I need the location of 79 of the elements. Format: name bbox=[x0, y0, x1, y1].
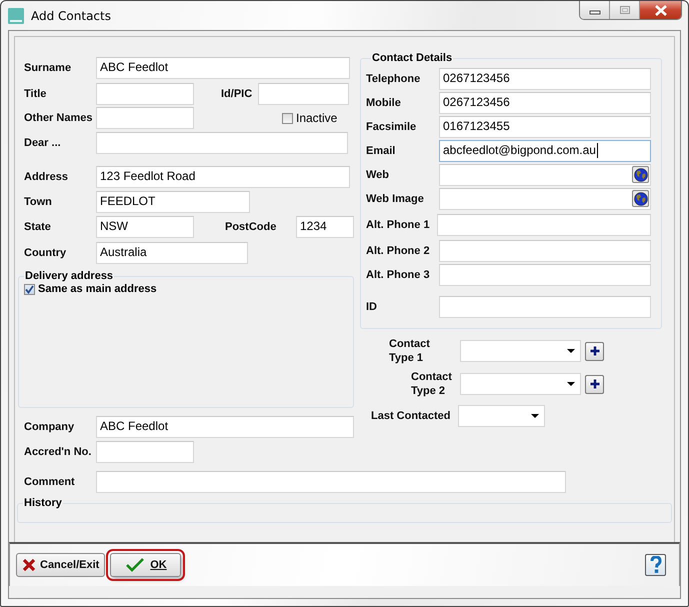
text-field[interactable] bbox=[437, 214, 651, 236]
close-button[interactable] bbox=[640, 1, 681, 19]
field-label: Accred'n No. bbox=[24, 446, 92, 458]
help-icon bbox=[650, 556, 662, 574]
globe-button[interactable] bbox=[632, 166, 649, 183]
text-field[interactable]: 0267123456 bbox=[439, 92, 651, 114]
field-label: Surname bbox=[24, 62, 72, 74]
text-field[interactable] bbox=[96, 83, 194, 105]
text-field[interactable] bbox=[96, 107, 194, 129]
dropdown-arrow-icon bbox=[567, 382, 575, 386]
close-icon bbox=[654, 4, 668, 16]
text-field[interactable]: Australia bbox=[96, 242, 248, 264]
dropdown-arrow-icon bbox=[567, 349, 575, 353]
field-label: Email bbox=[366, 145, 396, 157]
field-label: Alt. Phone 3 bbox=[366, 269, 431, 281]
text-field[interactable]: 0167123455 bbox=[439, 116, 651, 138]
text-field[interactable] bbox=[439, 296, 651, 318]
field-label: Company bbox=[24, 421, 76, 433]
cancel-button[interactable]: Cancel/Exit bbox=[16, 553, 105, 577]
checkmark-icon bbox=[25, 284, 34, 294]
field-label: Mobile bbox=[366, 97, 402, 109]
field-label: Telephone bbox=[366, 73, 422, 85]
globe-icon bbox=[634, 168, 648, 182]
text-field[interactable] bbox=[439, 240, 651, 262]
field-label: Town bbox=[24, 196, 53, 208]
field-label: Contact Type 1 bbox=[389, 337, 431, 365]
globe-button[interactable] bbox=[632, 190, 649, 207]
text-field[interactable]: 123 Feedlot Road bbox=[96, 166, 350, 188]
text-field[interactable]: ABC Feedlot bbox=[96, 57, 350, 79]
field-label: Dear ... bbox=[24, 137, 62, 149]
text-field[interactable] bbox=[96, 441, 194, 463]
field-label: ID bbox=[366, 301, 378, 313]
text-field[interactable]: 0267123456 bbox=[439, 68, 651, 90]
field-label: Title bbox=[24, 88, 48, 100]
text-field[interactable] bbox=[96, 471, 566, 493]
group-title: Delivery address bbox=[24, 270, 114, 283]
add-button[interactable] bbox=[585, 342, 604, 360]
field-label: Alt. Phone 1 bbox=[366, 219, 431, 231]
plus-icon bbox=[590, 346, 600, 356]
group-title: History bbox=[23, 497, 63, 510]
field-label: State bbox=[24, 221, 52, 233]
checkbox[interactable] bbox=[282, 112, 293, 124]
cross-icon bbox=[22, 558, 36, 572]
checkbox[interactable] bbox=[24, 284, 35, 294]
field-label: Facsimile bbox=[366, 121, 418, 133]
field-label: Web bbox=[366, 169, 390, 181]
dropdown[interactable] bbox=[458, 405, 546, 427]
minimize-button[interactable] bbox=[580, 1, 610, 19]
checkmark-icon bbox=[126, 558, 144, 572]
text-field[interactable]: FEEDLOT bbox=[96, 191, 250, 213]
checkbox-label: Same as main address bbox=[38, 283, 157, 295]
field-label: Id/PIC bbox=[221, 88, 254, 100]
globe-icon bbox=[634, 192, 648, 206]
field-label: Alt. Phone 2 bbox=[366, 245, 431, 257]
dropdown-arrow-icon bbox=[531, 414, 540, 418]
field-label: Country bbox=[24, 247, 68, 259]
text-field[interactable]: 1234 bbox=[296, 216, 354, 238]
text-field[interactable]: ABC Feedlot bbox=[96, 416, 354, 438]
text-field[interactable] bbox=[96, 132, 348, 154]
maximize-icon bbox=[618, 5, 630, 15]
field-label: Other Names bbox=[24, 112, 94, 124]
plus-icon bbox=[590, 379, 600, 389]
help-button[interactable] bbox=[645, 554, 666, 576]
text-field[interactable]: abcfeedlot@bigpond.com.au bbox=[439, 140, 651, 162]
text-field[interactable]: NSW bbox=[96, 216, 194, 238]
window-title: Add Contacts bbox=[31, 8, 111, 22]
field-label: Last Contacted bbox=[371, 410, 450, 422]
text-field[interactable] bbox=[439, 264, 651, 286]
field-label: Contact Type 2 bbox=[411, 370, 453, 398]
field-label: PostCode bbox=[225, 221, 278, 233]
text-field[interactable] bbox=[439, 188, 651, 210]
checkbox-label: Inactive bbox=[296, 111, 338, 125]
field-label: Web Image bbox=[366, 193, 425, 205]
add-button[interactable] bbox=[585, 374, 604, 394]
field-label: Comment bbox=[24, 476, 76, 488]
text-field[interactable] bbox=[258, 83, 349, 105]
field-label: Address bbox=[24, 171, 70, 183]
app-icon bbox=[8, 8, 24, 24]
text-field[interactable] bbox=[439, 164, 651, 186]
